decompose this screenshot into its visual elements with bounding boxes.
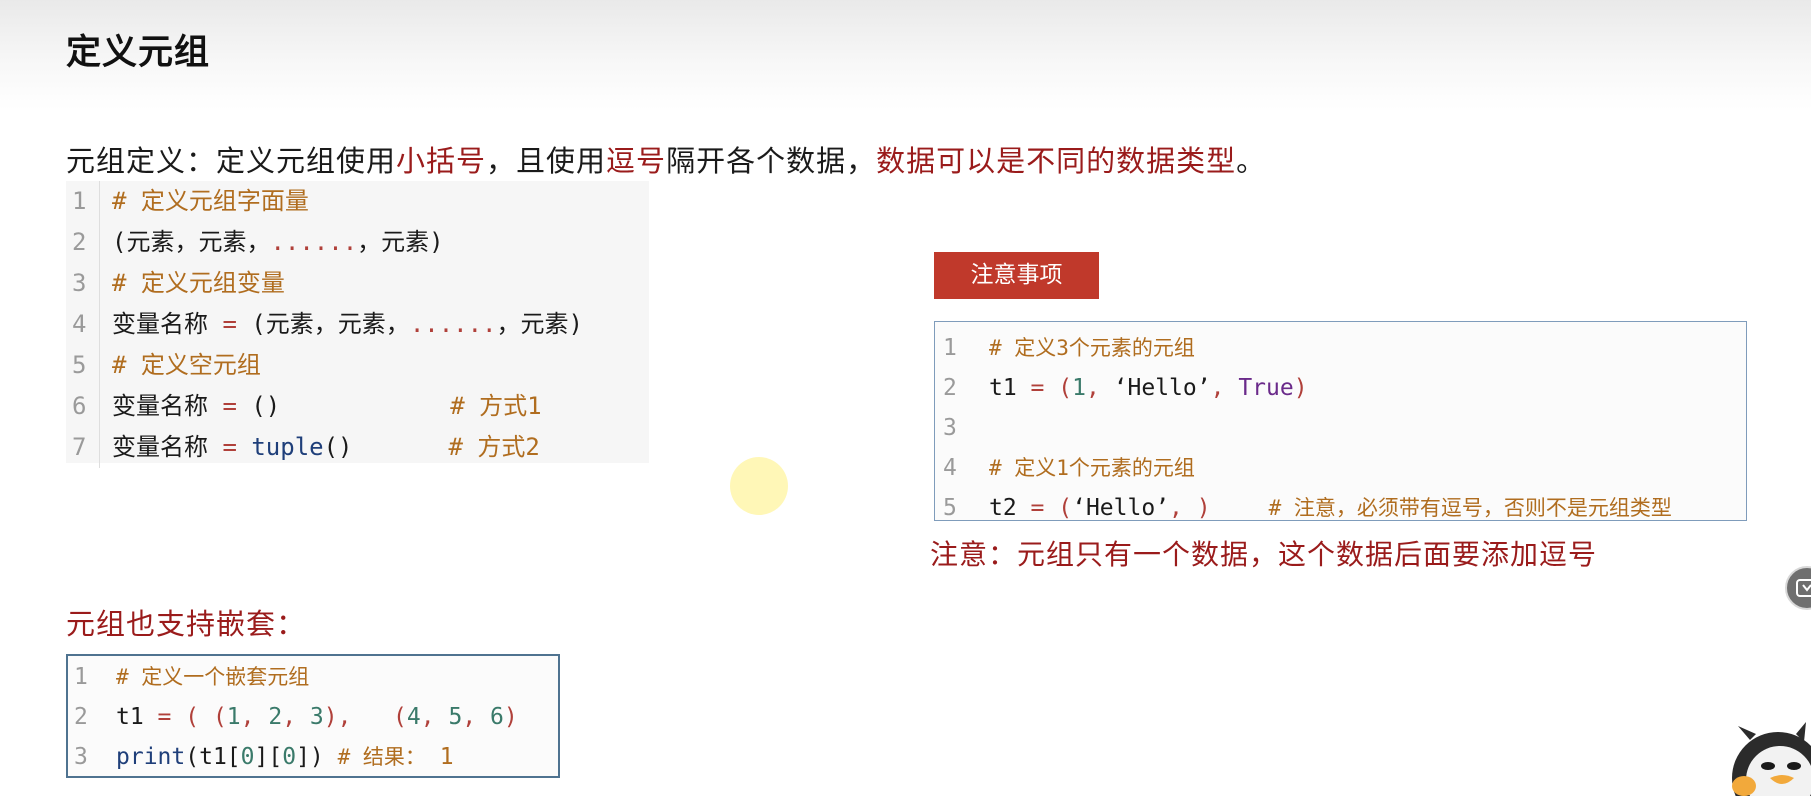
code-line: 3 — [943, 415, 957, 441]
nesting-title: 元组也支持嵌套： — [66, 607, 307, 641]
tuple-syntax-code-block: 1 # 定义元组字面量 2 (元素，元素，......，元素) 3 # 定义元组… — [66, 181, 649, 468]
penguin-mascot-icon — [1720, 720, 1811, 796]
page-title: 定义元组 — [66, 33, 211, 73]
collapse-icon[interactable] — [1785, 566, 1811, 610]
single-element-note: 注意：元组只有一个数据，这个数据后面要添加逗号 — [930, 538, 1598, 571]
code-line: 1 # 定义一个嵌套元组 — [74, 664, 310, 690]
header-bar: 定义元组 — [0, 0, 1811, 110]
notice-label-button[interactable]: 注意事项 — [934, 252, 1099, 299]
code-line: 6 变量名称 = () # 方式1 — [66, 386, 649, 427]
code-line: 7 变量名称 = tuple() # 方式2 — [66, 427, 649, 468]
code-line: 2 t1 = (1, ‘Hello’, True) — [943, 375, 1308, 401]
highlight-data-types: 数据可以是不同的数据类型 — [876, 144, 1237, 178]
code-line: 2 (元素，元素，......，元素) — [66, 222, 649, 263]
nested-tuple-code-block: 1 # 定义一个嵌套元组 2 t1 = ( (1, 2, 3), (4, 5, … — [66, 654, 560, 778]
code-line: 5 # 定义空元组 — [66, 345, 649, 386]
highlight-comma: 逗号 — [606, 144, 667, 178]
code-line: 5 t2 = (‘Hello’, ) # 注意，必须带有逗号，否则不是元组类型 — [943, 495, 1672, 521]
tuple-example-code-block: 1 # 定义3个元素的元组 2 t1 = (1, ‘Hello’, True) … — [934, 321, 1747, 521]
code-line: 4 # 定义1个元素的元组 — [943, 455, 1195, 481]
code-line: 1 # 定义3个元素的元组 — [943, 335, 1195, 361]
highlight-parentheses: 小括号 — [396, 144, 487, 178]
code-line: 3 print(t1[0][0]) # 结果： 1 — [74, 744, 454, 770]
code-line: 1 # 定义元组字面量 — [66, 181, 649, 222]
code-line: 4 变量名称 = (元素，元素，......，元素) — [66, 304, 649, 345]
cursor-highlight — [730, 457, 788, 515]
tuple-definition-text: 元组定义：定义元组使用小括号，且使用逗号隔开各个数据，数据可以是不同的数据类型。 — [66, 144, 1267, 178]
code-line: 2 t1 = ( (1, 2, 3), (4, 5, 6) — [74, 704, 518, 730]
code-line: 3 # 定义元组变量 — [66, 263, 649, 304]
